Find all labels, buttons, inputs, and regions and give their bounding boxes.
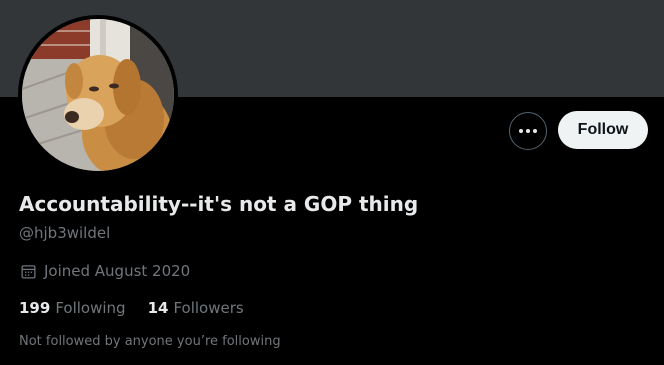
more-horizontal-icon — [519, 129, 537, 133]
join-date: Joined August 2020 — [20, 262, 190, 280]
more-options-button[interactable] — [509, 112, 547, 150]
followers-label: Followers — [173, 299, 244, 317]
followers-count: 14 — [147, 299, 169, 317]
display-name: Accountability--it's not a GOP thing — [19, 192, 419, 216]
avatar[interactable] — [18, 15, 178, 175]
join-date-text: Joined August 2020 — [44, 262, 191, 280]
calendar-icon — [21, 264, 36, 279]
following-label: Following — [55, 299, 126, 317]
follow-button[interactable]: Follow — [558, 111, 648, 149]
followers-link[interactable]: 14 Followers — [148, 299, 244, 317]
follow-stats: 199 Following 14 Followers — [19, 299, 244, 317]
following-count: 199 — [19, 299, 51, 317]
following-link[interactable]: 199 Following — [19, 299, 126, 317]
user-handle: @hjb3wildel — [19, 224, 111, 242]
avatar-dog-image — [22, 19, 174, 171]
social-context-text: Not followed by anyone you’re following — [19, 334, 281, 349]
